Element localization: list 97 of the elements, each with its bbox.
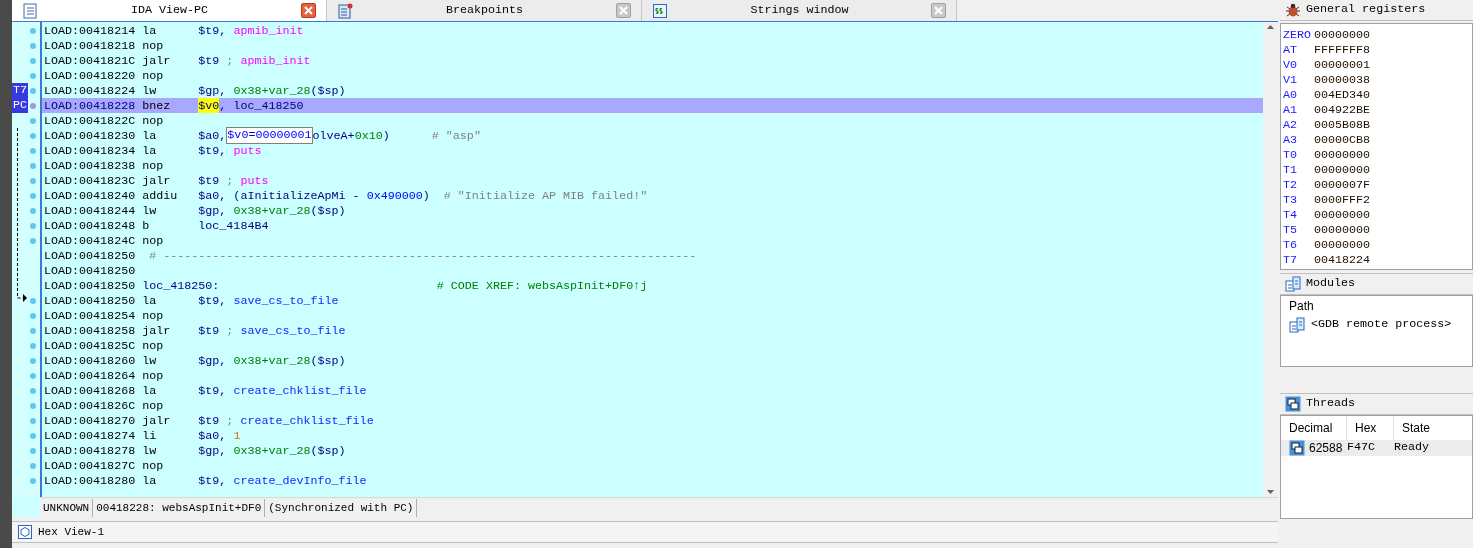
panel-header: General registers: [1280, 0, 1473, 21]
register-name: T1: [1283, 162, 1299, 177]
panel-header: Threads: [1280, 393, 1473, 415]
register-name: T6: [1283, 237, 1299, 252]
register-name: T3: [1283, 192, 1299, 207]
gutter-label: T7: [12, 83, 29, 98]
hexagon-icon: [18, 525, 32, 539]
register-value[interactable]: 004ED340: [1314, 87, 1371, 102]
register-value[interactable]: 00000000: [1314, 222, 1371, 237]
register-value[interactable]: 00000000: [1314, 147, 1371, 162]
status-text: (Synchronized with PC): [265, 498, 418, 517]
bottom-tab[interactable]: Hex View-1: [12, 521, 1278, 543]
register-name: A3: [1283, 132, 1299, 147]
register-name: A0: [1283, 87, 1299, 102]
register-name: A2: [1283, 117, 1299, 132]
register-name: AT: [1283, 42, 1299, 57]
code-line[interactable]: LOAD:00418214 la $t9, apmib_init: [42, 23, 1263, 38]
column-header[interactable]: Path: [1281, 296, 1472, 316]
register-value[interactable]: 00000001: [1314, 57, 1371, 72]
status-text: 00418228: websAspInit+DF0: [93, 498, 266, 517]
document-icon: [22, 2, 38, 19]
code-line[interactable]: LOAD:00418278 lw $gp, 0x38+var_28($sp): [42, 443, 1263, 458]
code-line[interactable]: LOAD:00418218 nop: [42, 38, 1263, 53]
bug-icon: [1285, 2, 1301, 18]
scroll-up-icon: [1267, 25, 1274, 29]
gutter-label: PC: [12, 98, 29, 113]
code-line[interactable]: LOAD:00418244 lw $gp, 0x38+var_28($sp): [42, 203, 1263, 218]
close-icon: [304, 6, 313, 15]
strings-icon: [652, 2, 668, 19]
code-line[interactable]: LOAD:00418250: [42, 263, 1263, 278]
code-line[interactable]: LOAD:00418270 jalr $t9 ; create_chklist_file: [42, 413, 1263, 428]
register-name: V0: [1283, 57, 1299, 72]
code-line[interactable]: LOAD:00418258 jalr $t9 ; save_cs_to_file: [42, 323, 1263, 338]
register-value[interactable]: 00000000: [1314, 237, 1371, 252]
register-name: ZERO: [1283, 27, 1313, 42]
code-line[interactable]: LOAD:00418250 loc_418250: # CODE XREF: websAspInit+DF0↑j: [42, 278, 1263, 293]
register-name: T0: [1283, 147, 1299, 162]
tab[interactable]: IDA View-PC: [12, 0, 327, 21]
register-value[interactable]: FFFFFFF8: [1314, 42, 1371, 57]
code-line[interactable]: LOAD:00418264 nop: [42, 368, 1263, 383]
register-value[interactable]: 00000000: [1314, 27, 1371, 42]
windows-icon: [1285, 396, 1301, 412]
code-line[interactable]: LOAD:00418280 la $t9, create_devInfo_file: [42, 473, 1263, 488]
register-value[interactable]: 00000038: [1314, 72, 1371, 87]
status-text: UNKNOWN: [40, 498, 94, 517]
close-button[interactable]: [301, 3, 316, 18]
code-line[interactable]: LOAD:0041826C nop: [42, 398, 1263, 413]
register-value[interactable]: 0000FFF2: [1314, 192, 1371, 207]
thread-row[interactable]: 62588 F47C Ready: [1281, 440, 1472, 456]
code-line[interactable]: LOAD:00418268 la $t9, create_chklist_file: [42, 383, 1263, 398]
code-line[interactable]: LOAD:0041825C nop: [42, 338, 1263, 353]
scroll-down-icon: [1267, 490, 1274, 494]
register-value[interactable]: 004922BE: [1314, 102, 1371, 117]
register-value[interactable]: 00418224: [1314, 252, 1371, 267]
code-line[interactable]: LOAD:0041822C nop: [42, 113, 1263, 128]
tab[interactable]: Strings window: [642, 0, 957, 21]
register-name: T7: [1283, 252, 1299, 267]
code-line[interactable]: LOAD:00418240 addiu $a0, (aInitializeApMi - 0x490000) # "Initialize AP MIB failed!": [42, 188, 1263, 203]
code-line[interactable]: LOAD:0041824C nop: [42, 233, 1263, 248]
code-line[interactable]: LOAD:00418230 la $a0,$v0=00000001olveA+0x10) # "asp": [42, 128, 1263, 143]
register-name: A1: [1283, 102, 1299, 117]
code-line[interactable]: LOAD:00418220 nop: [42, 68, 1263, 83]
list-row[interactable]: <GDB remote process>: [1281, 316, 1472, 334]
register-value[interactable]: 00000CB8: [1314, 132, 1371, 147]
code-line[interactable]: LOAD:00418224 lw $gp, 0x38+var_28($sp): [42, 83, 1263, 98]
code-line[interactable]: LOAD:00418274 li $a0, 1: [42, 428, 1263, 443]
close-button[interactable]: [616, 3, 631, 18]
close-icon: [619, 6, 628, 15]
register-name: V1: [1283, 72, 1299, 87]
code-line[interactable]: LOAD:0041827C nop: [42, 458, 1263, 473]
register-value[interactable]: 0005B08B: [1314, 117, 1371, 132]
register-name: T2: [1283, 177, 1299, 192]
modules-icon: [1285, 276, 1301, 292]
code-line[interactable]: LOAD:0041821C jalr $t9 ; apmib_init: [42, 53, 1263, 68]
code-line[interactable]: LOAD:00418248 b loc_4184B4: [42, 218, 1263, 233]
scrollbar[interactable]: [1263, 22, 1278, 497]
code-line[interactable]: LOAD:00418254 nop: [42, 308, 1263, 323]
code-line[interactable]: LOAD:00418250 # ----------------------------------------------------------------------------: [42, 248, 1263, 263]
close-icon: [934, 6, 943, 15]
value-tooltip: $v0=00000001: [226, 127, 313, 144]
windows-icon: [1289, 440, 1305, 456]
column-header[interactable]: State: [1394, 416, 1472, 440]
code-line[interactable]: LOAD:00418238 nop: [42, 158, 1263, 173]
register-value[interactable]: 0000007F: [1314, 177, 1371, 192]
tab[interactable]: Breakpoints: [327, 0, 642, 21]
modules-icon: [1289, 317, 1305, 333]
register-value[interactable]: 00000000: [1314, 207, 1371, 222]
register-name: T4: [1283, 207, 1299, 222]
code-line[interactable]: LOAD:00418260 lw $gp, 0x38+var_28($sp): [42, 353, 1263, 368]
code-line[interactable]: LOAD:0041823C jalr $t9 ; puts: [42, 173, 1263, 188]
code-line[interactable]: LOAD:00418250 la $t9, save_cs_to_file: [42, 293, 1263, 308]
close-button[interactable]: [931, 3, 946, 18]
list-icon: [337, 2, 353, 19]
code-line[interactable]: LOAD:00418234 la $t9, puts: [42, 143, 1263, 158]
register-name: T5: [1283, 222, 1299, 237]
register-value[interactable]: 00000000: [1314, 162, 1371, 177]
panel-header: Modules: [1280, 273, 1473, 295]
